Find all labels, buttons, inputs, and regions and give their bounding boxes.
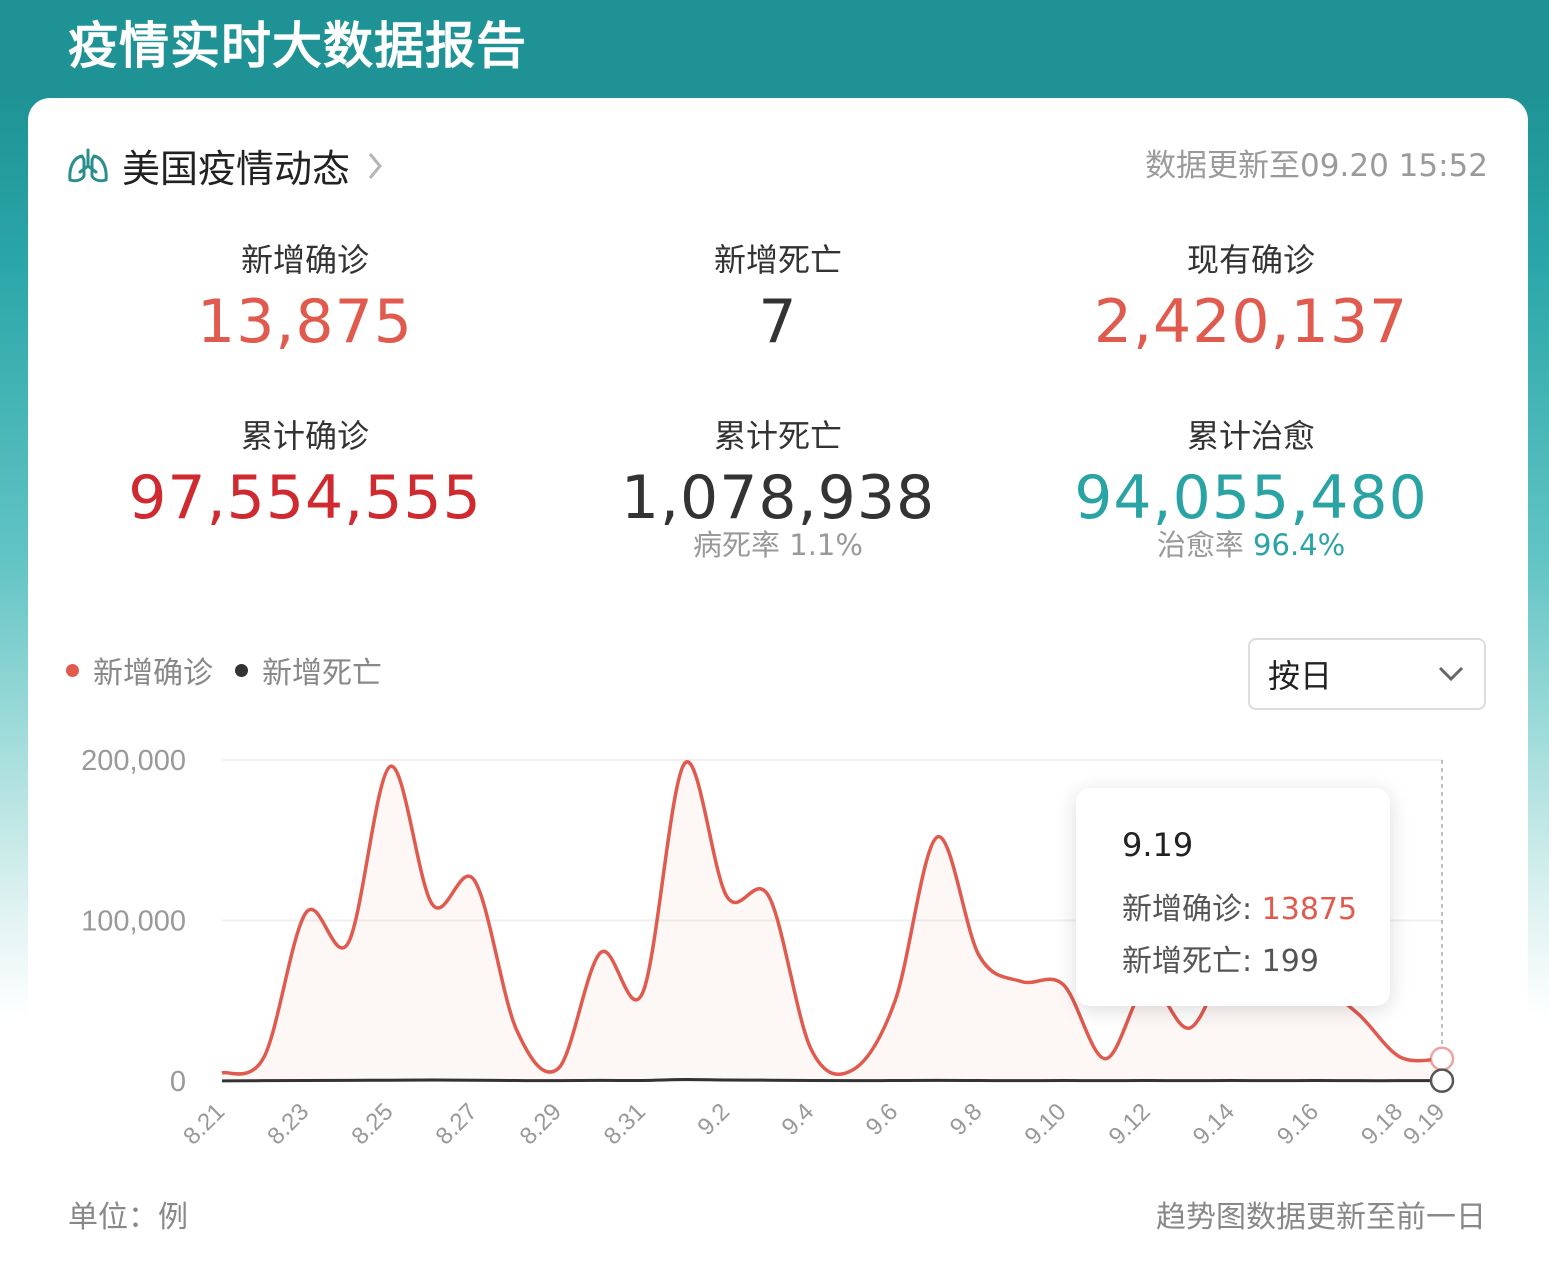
y-tick-label: 100,000	[81, 906, 186, 938]
x-tick-label: 8.25	[346, 1098, 398, 1150]
x-tick-label: 9.18	[1356, 1098, 1408, 1150]
tooltip-row-deaths: 新增死亡: 199	[1122, 936, 1390, 988]
x-tick-label: 8.21	[178, 1098, 230, 1150]
x-tick-label: 9.14	[1188, 1098, 1240, 1150]
chart-x-axis: 8.21 8.23 8.25 8.27 8.29 8.31 9.2 9.4 9.6 9.8 9.10…	[178, 1098, 1450, 1150]
x-tick-label: 8.27	[431, 1098, 483, 1150]
tooltip-value: 199	[1261, 944, 1319, 979]
tooltip-date: 9.19	[1122, 826, 1194, 864]
x-tick-label: 9.4	[777, 1098, 820, 1141]
y-tick-label: 200,000	[81, 745, 186, 777]
x-tick-label: 9.10	[1019, 1098, 1071, 1150]
point-new-deaths-9-19	[1429, 1068, 1455, 1093]
x-tick-label: 8.23	[262, 1098, 314, 1150]
x-tick-label: 9.6	[861, 1098, 904, 1141]
tooltip-label: 新增确诊:	[1122, 892, 1253, 927]
trend-chart[interactable]: 0 100,000 200,000 8.21 8.23 8.25 8.27 8.29 8.31…	[28, 98, 1528, 1178]
x-tick-label: 9.19	[1398, 1098, 1450, 1150]
point-new-confirmed-9-19	[1429, 1046, 1455, 1071]
x-tick-label: 8.29	[515, 1098, 567, 1150]
chart-y-axis: 0 100,000 200,000	[81, 745, 186, 1098]
chart-tooltip: 9.19 新增确诊: 13875 新增死亡: 199	[1076, 788, 1390, 1006]
tooltip-row-confirmed: 新增确诊: 13875	[1122, 884, 1390, 936]
tooltip-value: 13875	[1261, 892, 1358, 927]
x-tick-label: 9.12	[1104, 1098, 1156, 1150]
us-epidemic-card: 美国疫情动态 数据更新至09.20 15:52 新增确诊 13,875 新增死亡…	[28, 98, 1528, 1280]
x-tick-label: 9.16	[1272, 1098, 1324, 1150]
series-line-new-deaths	[221, 1078, 1443, 1083]
tooltip-label: 新增死亡:	[1122, 944, 1253, 979]
x-tick-label: 8.31	[599, 1098, 651, 1150]
unit-label: 单位：例	[68, 1200, 188, 1235]
x-tick-label: 9.8	[945, 1098, 988, 1141]
trend-note: 趋势图数据更新至前一日	[1156, 1200, 1486, 1235]
app-title: 疫情实时大数据报告	[68, 17, 527, 75]
y-tick-label: 0	[170, 1066, 186, 1098]
x-tick-label: 9.2	[692, 1098, 735, 1141]
